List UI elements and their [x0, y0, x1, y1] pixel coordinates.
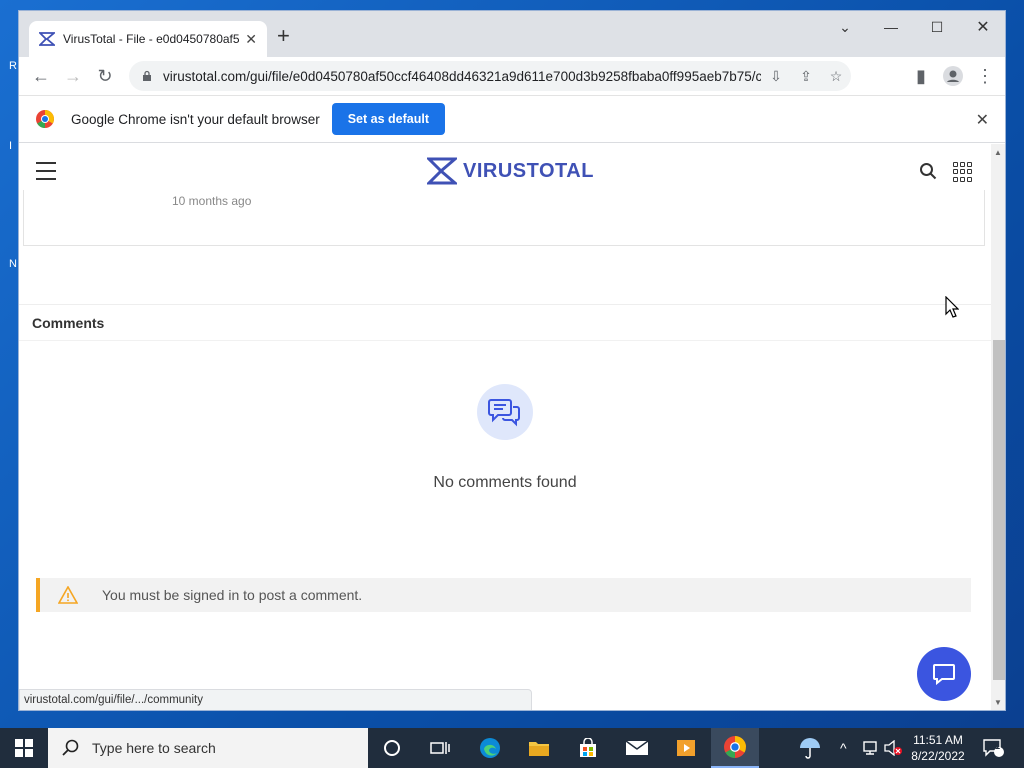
- new-tab-button[interactable]: +: [277, 25, 290, 47]
- taskbar-search-placeholder: Type here to search: [92, 740, 216, 756]
- side-panel-icon[interactable]: ▮: [905, 60, 937, 92]
- virustotal-favicon-icon: [39, 32, 55, 46]
- chat-bubble-icon: [933, 664, 955, 685]
- cortana-icon[interactable]: [368, 728, 416, 768]
- virustotal-logo[interactable]: VIRUSTOTAL: [427, 157, 594, 185]
- clock-time: 11:51 AM: [913, 733, 963, 747]
- empty-comments: No comments found: [19, 384, 991, 492]
- file-explorer-icon[interactable]: [515, 728, 563, 768]
- weather-icon[interactable]: [798, 728, 822, 768]
- install-icon[interactable]: ⇩: [761, 68, 791, 85]
- desktop-icon-label: I: [9, 140, 13, 152]
- comments-heading: Comments: [32, 315, 105, 331]
- close-tab-icon[interactable]: ✕: [245, 31, 257, 48]
- apps-grid-icon[interactable]: [953, 162, 973, 182]
- maximize-button[interactable]: ☐: [914, 11, 960, 43]
- chat-button[interactable]: [917, 647, 971, 701]
- microsoft-store-icon[interactable]: [564, 728, 612, 768]
- signin-warning-text: You must be signed in to post a comment.: [102, 587, 363, 603]
- vt-header: VIRUSTOTAL: [19, 144, 991, 202]
- infobar-message: Google Chrome isn't your default browser: [71, 111, 320, 127]
- chrome-window: VirusTotal - File - e0d0450780af5 ✕ + ⌄ …: [18, 10, 1006, 711]
- mail-icon[interactable]: [613, 728, 661, 768]
- scroll-down-arrow-icon[interactable]: ▼: [994, 698, 1002, 707]
- tab-virustotal[interactable]: VirusTotal - File - e0d0450780af5 ✕: [29, 21, 267, 57]
- taskbar-search-box[interactable]: Type here to search: [48, 728, 368, 768]
- tab-search-icon[interactable]: ⌄: [822, 11, 868, 43]
- start-button[interactable]: [0, 728, 48, 768]
- default-browser-infobar: Google Chrome isn't your default browser…: [19, 95, 1005, 143]
- menu-kebab-icon[interactable]: ⋮: [969, 60, 1001, 92]
- media-player-icon[interactable]: [662, 728, 710, 768]
- notification-count-badge: 1: [995, 741, 1001, 751]
- windows-logo-icon: [15, 739, 33, 757]
- hamburger-menu-icon[interactable]: [36, 162, 56, 180]
- network-icon[interactable]: [862, 728, 880, 768]
- minimize-button[interactable]: —: [868, 11, 914, 43]
- close-infobar-icon[interactable]: ✕: [976, 110, 989, 130]
- show-hidden-icons-chevron-icon[interactable]: ^: [840, 728, 847, 768]
- back-icon[interactable]: ←: [25, 60, 57, 92]
- notification-center-icon[interactable]: 1: [982, 728, 1004, 768]
- search-icon: [62, 739, 79, 756]
- forward-icon[interactable]: →: [57, 60, 89, 92]
- no-comments-text: No comments found: [433, 474, 577, 491]
- mouse-cursor-icon: [945, 296, 959, 318]
- tab-title: VirusTotal - File - e0d0450780af5: [63, 32, 240, 46]
- chrome-taskbar-icon[interactable]: [711, 728, 759, 768]
- scroll-up-arrow-icon[interactable]: ▲: [994, 148, 1002, 157]
- page-content: 10 months ago VIRUSTOTAL Comments No com…: [19, 144, 991, 710]
- logo-text: VIRUSTOTAL: [463, 159, 594, 182]
- set-as-default-button[interactable]: Set as default: [331, 103, 445, 135]
- search-icon[interactable]: [919, 162, 937, 180]
- system-clock[interactable]: 11:51 AM 8/22/2022: [900, 732, 976, 764]
- lock-icon: [143, 70, 151, 81]
- profile-avatar-icon[interactable]: [937, 60, 969, 92]
- desktop-icon-label: N: [9, 258, 17, 270]
- chrome-logo-icon: [36, 110, 54, 128]
- url-text: virustotal.com/gui/file/e0d0450780af50cc…: [163, 68, 761, 84]
- bookmark-star-icon[interactable]: ☆: [821, 68, 851, 85]
- virustotal-sigma-icon: [427, 157, 457, 185]
- desktop-icon-label: R: [9, 60, 17, 72]
- divider: [19, 304, 991, 305]
- tab-strip: VirusTotal - File - e0d0450780af5 ✕ + ⌄ …: [19, 11, 1005, 57]
- comments-icon: [477, 384, 533, 440]
- edge-icon[interactable]: [466, 728, 514, 768]
- reload-icon[interactable]: ↻: [89, 60, 121, 92]
- windows-taskbar: Type here to search ^ 11:51 AM 8/22/2022…: [0, 728, 1024, 768]
- browser-toolbar: ← → ↻ virustotal.com/gui/file/e0d0450780…: [19, 57, 1005, 95]
- clock-date: 8/22/2022: [911, 749, 965, 763]
- warning-icon: [58, 586, 78, 604]
- address-bar[interactable]: virustotal.com/gui/file/e0d0450780af50cc…: [129, 61, 851, 91]
- signin-warning-banner: You must be signed in to post a comment.: [36, 578, 971, 612]
- share-icon[interactable]: ⇪: [791, 68, 821, 85]
- page-scrollbar[interactable]: ▲ ▼: [991, 144, 1005, 710]
- status-bubble: virustotal.com/gui/file/.../community: [19, 689, 532, 710]
- divider: [19, 340, 991, 341]
- close-window-button[interactable]: ✕: [960, 11, 1005, 43]
- task-view-icon[interactable]: [416, 728, 464, 768]
- scrollbar-thumb[interactable]: [993, 340, 1005, 680]
